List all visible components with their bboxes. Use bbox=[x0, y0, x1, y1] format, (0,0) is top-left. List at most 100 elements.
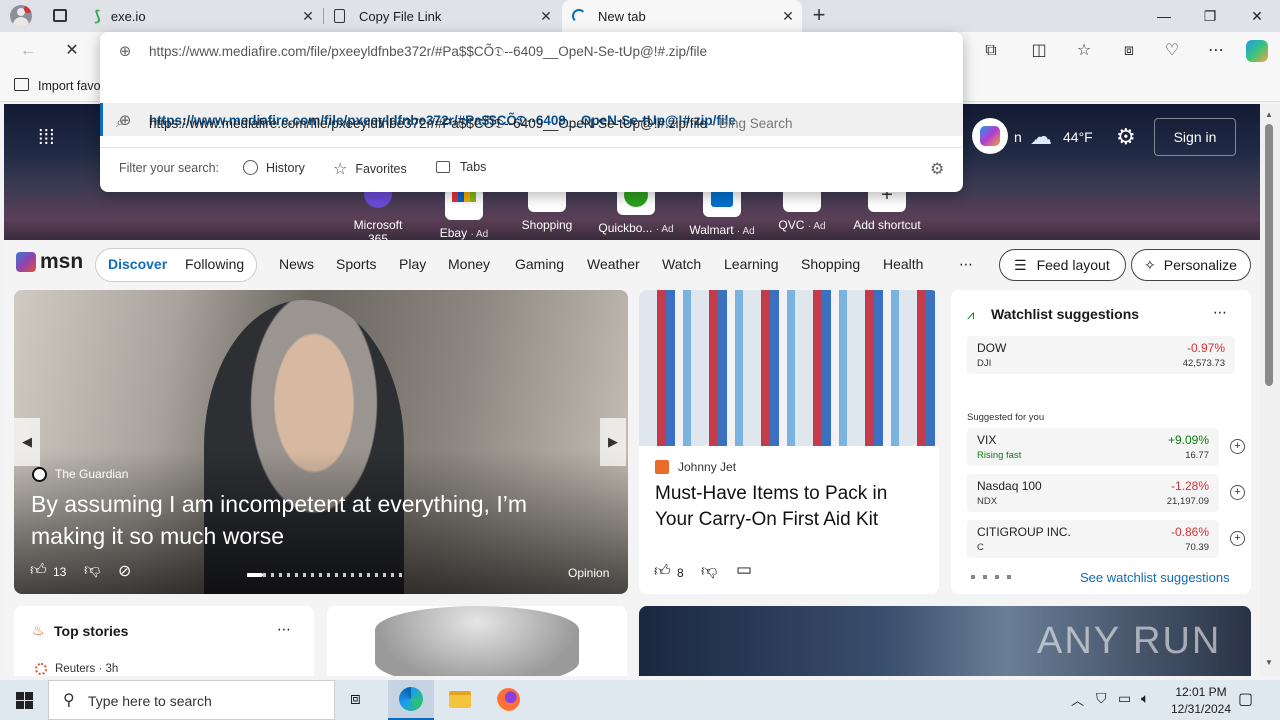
network-icon[interactable]: ▭ bbox=[1118, 690, 1131, 707]
story-headline[interactable]: Must-Have Items to Pack in Your Carry-On… bbox=[655, 481, 925, 533]
chevron-up-icon[interactable]: ︿ bbox=[1071, 690, 1084, 709]
top-stories-more-icon[interactable]: ⋯ bbox=[277, 621, 291, 638]
feed-layout-button[interactable]: ☰ Feed layout bbox=[999, 249, 1126, 281]
weather-temp[interactable]: 44°F bbox=[1063, 129, 1093, 145]
nav-gaming[interactable]: Gaming bbox=[515, 256, 564, 272]
edge-taskbar-icon[interactable] bbox=[388, 680, 434, 720]
filter-favorites[interactable]: ☆ Favorites bbox=[333, 159, 407, 179]
filter-favorites-label: Favorites bbox=[355, 162, 407, 176]
tab-new-tab[interactable]: New tab ✕ bbox=[562, 0, 802, 32]
carousel-prev-button[interactable]: ◀ bbox=[14, 418, 40, 466]
like-count: 8 bbox=[677, 566, 684, 580]
tab-copy-file-link[interactable]: Copy File Link ✕ bbox=[324, 0, 560, 32]
hide-story-icon[interactable]: ⊘ bbox=[118, 561, 131, 581]
firefox-icon[interactable] bbox=[497, 688, 520, 711]
close-tab-icon[interactable]: ✕ bbox=[300, 8, 316, 24]
taskbar-search-box[interactable]: ⚲ Type here to search bbox=[48, 680, 335, 720]
watchlist-row-nasdaq[interactable]: Nasdaq 100 NDX -1.28% 21,197.09 + bbox=[967, 474, 1245, 512]
nav-more-icon[interactable]: ⋯ bbox=[959, 256, 973, 273]
security-tray-icon[interactable]: ⛉ bbox=[1096, 690, 1107, 707]
dislike-icon[interactable]: 👎︎ bbox=[701, 562, 717, 581]
new-tab-button[interactable]: + bbox=[808, 3, 830, 27]
nav-watch[interactable]: Watch bbox=[662, 256, 701, 272]
source-logo-icon bbox=[655, 460, 669, 474]
main-story-card[interactable]: ◀ ▶ The Guardian By assuming I am incomp… bbox=[14, 290, 628, 594]
collections-icon[interactable]: ⧈ bbox=[1117, 39, 1141, 63]
task-view-icon[interactable]: ⧈ bbox=[350, 689, 361, 709]
watchlist-pager-dots[interactable] bbox=[971, 575, 1015, 579]
clock-date[interactable]: 12/31/2024 bbox=[1166, 702, 1236, 716]
watchlist-row-vix[interactable]: VIX Rising fast +9.09% 16.77 + bbox=[967, 428, 1245, 466]
tab-actions-icon[interactable] bbox=[53, 9, 67, 22]
scrollbar-thumb[interactable] bbox=[1265, 124, 1273, 386]
tab-exeio[interactable]: ⟆ exe.io ✕ bbox=[84, 0, 322, 32]
close-window-button[interactable]: ✕ bbox=[1234, 0, 1280, 32]
add-to-watchlist-icon[interactable]: + bbox=[1230, 485, 1245, 500]
copilot-search-icon[interactable] bbox=[972, 118, 1008, 154]
tab-discover[interactable]: Discover bbox=[108, 256, 167, 272]
story-headline[interactable]: By assuming I am incompetent at everythi… bbox=[31, 488, 591, 552]
file-explorer-icon[interactable] bbox=[449, 691, 471, 708]
filter-history[interactable]: History bbox=[243, 160, 305, 175]
browser-essentials-icon[interactable]: ♡ bbox=[1160, 39, 1184, 63]
back-icon[interactable]: ← bbox=[16, 39, 40, 63]
story-source: Johnny Jet bbox=[678, 460, 737, 474]
comment-icon[interactable]: ▭ bbox=[736, 560, 752, 580]
search-settings-icon[interactable]: ⚙ bbox=[930, 159, 944, 179]
taskbar: ⚲ Type here to search ⧈ ︿ ⛉ ▭ 🔈︎ 12:01 P… bbox=[0, 680, 1280, 720]
address-input[interactable]: https://www.mediafire.com/file/pxeeyldfn… bbox=[149, 44, 707, 60]
msn-logo[interactable]: msn bbox=[16, 250, 83, 274]
favorites-star-icon[interactable]: ☆ bbox=[1072, 39, 1096, 63]
import-favorites-link[interactable]: Import favo bbox=[38, 79, 101, 93]
stop-icon[interactable]: ✕ bbox=[60, 39, 84, 63]
volume-icon[interactable]: 🔈︎ bbox=[1141, 690, 1149, 707]
side-story-card[interactable]: Johnny Jet Must-Have Items to Pack in Yo… bbox=[639, 290, 939, 594]
profile-icon[interactable] bbox=[10, 5, 32, 27]
watchlist-row-citigroup[interactable]: CITIGROUP INC. C -0.86% 70.39 + bbox=[967, 520, 1245, 558]
add-to-watchlist-icon[interactable]: + bbox=[1230, 531, 1245, 546]
bing-suggestion[interactable] bbox=[100, 75, 963, 109]
filter-tabs[interactable]: Tabs bbox=[436, 160, 486, 174]
personalize-button[interactable]: ✧ Personalize bbox=[1131, 249, 1251, 281]
carousel-dots[interactable] bbox=[247, 573, 407, 577]
copilot-icon[interactable] bbox=[1246, 40, 1268, 62]
notifications-icon[interactable]: ▢ bbox=[1238, 689, 1253, 709]
dislike-icon[interactable]: 👎︎ bbox=[84, 561, 100, 580]
add-to-watchlist-icon[interactable]: + bbox=[1230, 439, 1245, 454]
flame-icon: ♨ bbox=[32, 622, 45, 638]
close-tab-icon[interactable]: ✕ bbox=[538, 8, 554, 24]
nav-play[interactable]: Play bbox=[399, 256, 426, 272]
page-scrollbar[interactable]: ▲ ▼ bbox=[1260, 104, 1280, 676]
like-icon[interactable]: 👍︎ bbox=[654, 562, 671, 581]
minimize-button[interactable]: — bbox=[1141, 0, 1187, 32]
watchlist-row-dow[interactable]: DOW DJI -0.97% 42,573.73 bbox=[967, 336, 1235, 374]
carousel-next-button[interactable]: ▶ bbox=[600, 418, 626, 466]
nav-shopping[interactable]: Shopping bbox=[801, 256, 860, 272]
tab-following[interactable]: Following bbox=[185, 256, 244, 272]
page-settings-icon[interactable]: ⚙ bbox=[1116, 124, 1136, 150]
sign-in-button[interactable]: Sign in bbox=[1154, 118, 1236, 156]
close-tab-icon[interactable]: ✕ bbox=[780, 8, 796, 24]
nav-health[interactable]: Health bbox=[883, 256, 923, 272]
like-icon[interactable]: 👍︎ bbox=[30, 561, 47, 580]
nav-learning[interactable]: Learning bbox=[724, 256, 779, 272]
reuters-icon bbox=[35, 663, 47, 675]
ad-card[interactable] bbox=[327, 606, 627, 676]
settings-more-icon[interactable]: ⋯ bbox=[1204, 39, 1228, 63]
nav-sports[interactable]: Sports bbox=[336, 256, 376, 272]
watchlist-more-icon[interactable]: ⋯ bbox=[1213, 304, 1227, 321]
nav-weather[interactable]: Weather bbox=[587, 256, 640, 272]
restore-button[interactable]: ❐ bbox=[1187, 0, 1233, 32]
nav-money[interactable]: Money bbox=[448, 256, 490, 272]
video-card[interactable]: ANY RUN bbox=[639, 606, 1251, 676]
app-launcher-icon[interactable]: ⁞⁞⁞ bbox=[38, 128, 58, 148]
history-icon bbox=[243, 160, 258, 175]
address-bar[interactable]: ⊕ https://www.mediafire.com/file/pxeeyld… bbox=[100, 34, 963, 68]
clock-time[interactable]: 12:01 PM bbox=[1170, 685, 1232, 699]
nav-news[interactable]: News bbox=[279, 256, 314, 272]
see-watchlist-link[interactable]: See watchlist suggestions bbox=[1080, 570, 1230, 585]
windows-start-icon[interactable] bbox=[16, 692, 33, 709]
bing-search-row[interactable] bbox=[100, 139, 963, 173]
split-screen-icon[interactable]: ◫ bbox=[1027, 39, 1051, 63]
extensions-icon[interactable]: ⧉ bbox=[979, 39, 1003, 63]
